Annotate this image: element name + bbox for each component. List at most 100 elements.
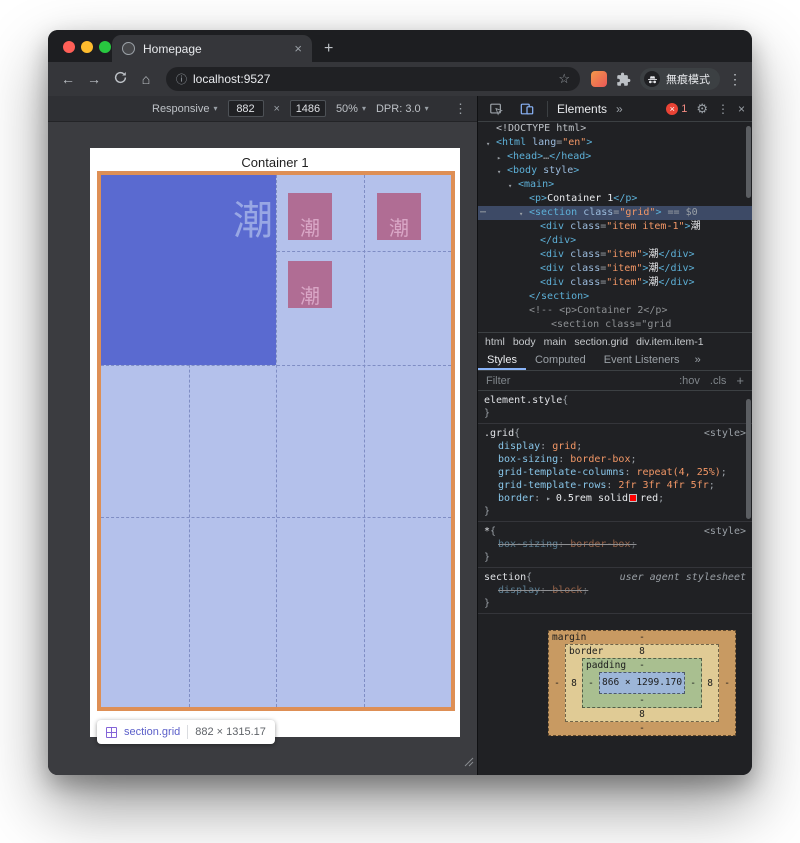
device-toolbar-toggle-icon[interactable] [516, 98, 538, 120]
more-sidebar-tabs-icon[interactable]: » [689, 350, 707, 370]
devtools-close-icon[interactable]: × [738, 102, 745, 116]
maximize-window-button[interactable] [99, 41, 111, 53]
bookmark-star-icon[interactable]: ☆ [558, 71, 570, 87]
chevron-down-icon: ▾ [361, 104, 366, 113]
new-tab-button[interactable]: + [324, 41, 333, 57]
stylesheet-link[interactable]: <style> [704, 525, 746, 538]
address-bar[interactable]: ⓘ localhost:9527 ☆ [166, 67, 580, 91]
box-model: margin - - border 8 8 padding - - 866 × … [548, 630, 736, 736]
dpr-select[interactable]: DPR: 3.0 ▾ [376, 103, 429, 115]
viewport-width-input[interactable] [227, 100, 264, 117]
tab-computed[interactable]: Computed [526, 350, 595, 370]
rendered-page: Container 1 潮 潮 潮 潮 [90, 148, 460, 737]
breadcrumb-item[interactable]: div.item.item-1 [632, 335, 708, 349]
hov-toggle[interactable]: :hov [679, 375, 700, 387]
css-property[interactable]: grid-template-rows: 2fr 3fr 4fr 5fr; [484, 479, 746, 492]
tab-close-icon[interactable]: × [294, 41, 302, 56]
dom-tree-line[interactable]: ▸ <head>…</head> [478, 150, 752, 164]
css-selector[interactable]: element.style [484, 394, 562, 407]
inspect-element-icon[interactable] [485, 98, 507, 120]
close-window-button[interactable] [63, 41, 75, 53]
viewport-height-input[interactable] [289, 100, 326, 117]
dom-tree-line[interactable]: <!-- <p>Container 2</p> [478, 304, 752, 318]
url-text[interactable]: localhost:9527 [193, 72, 552, 86]
css-rule[interactable]: .grid {<style> display: grid; box-sizing: … [478, 424, 752, 522]
tab-event-listeners[interactable]: Event Listeners [595, 350, 689, 370]
twisty-icon[interactable]: ▾ [519, 207, 523, 221]
viewport-resize-handle[interactable] [464, 754, 474, 772]
css-rule[interactable]: section {user agent stylesheet display: b… [478, 568, 752, 614]
more-tabs-icon[interactable]: » [616, 102, 623, 116]
dom-tree-line[interactable]: ▾ <body style> [478, 164, 752, 178]
breadcrumb-item[interactable]: html [481, 335, 509, 349]
zoom-select[interactable]: 50% ▾ [336, 103, 366, 115]
home-icon[interactable]: ⌂ [134, 71, 158, 87]
css-property[interactable]: border: ▸ 0.5rem solid red; [484, 492, 746, 505]
grid-item: 潮 [288, 193, 332, 240]
dom-tree-line[interactable]: </section> [478, 290, 752, 304]
cls-toggle[interactable]: .cls [710, 375, 727, 387]
devtools-menu-icon[interactable]: ⋮ [717, 102, 729, 116]
dom-tree-line[interactable]: <section class="grid [478, 318, 752, 332]
stylesheet-link[interactable]: <style> [704, 427, 746, 440]
breadcrumb-item[interactable]: body [509, 335, 540, 349]
device-mode-select[interactable]: Responsive ▾ [152, 103, 218, 115]
browser-tab[interactable]: Homepage × [112, 35, 312, 62]
css-property[interactable]: display: grid; [484, 440, 746, 453]
styles-scrollbar[interactable] [746, 399, 751, 519]
tab-elements[interactable]: Elements [557, 102, 607, 116]
grid-item: 潮 [377, 193, 421, 240]
title-bar: Homepage × + [48, 30, 752, 62]
back-icon[interactable]: ← [56, 71, 80, 87]
color-swatch[interactable] [629, 494, 638, 502]
settings-gear-icon[interactable]: ⚙ [696, 101, 708, 117]
item-1-text: 潮 [233, 198, 273, 244]
dom-tree-line[interactable]: <div class="item item-1">潮 [478, 220, 752, 234]
device-toolbar-menu-icon[interactable]: ⋮ [454, 101, 467, 117]
chevron-down-icon: ▾ [213, 104, 218, 113]
css-rule[interactable]: * {<style> box-sizing: border-box;} [478, 522, 752, 568]
incognito-profile-chip[interactable]: 無痕模式 [640, 68, 720, 90]
browser-menu-icon[interactable]: ⋮ [726, 71, 744, 88]
styles-filter-bar: Filter :hov .cls + [478, 371, 752, 391]
console-error-indicator[interactable]: × 1 [666, 102, 687, 115]
site-info-icon[interactable]: ⓘ [176, 71, 187, 87]
twisty-icon[interactable]: ▸ [497, 151, 501, 165]
twisty-icon[interactable]: ▾ [497, 165, 501, 179]
box-model-content: 866 × 1299.170 [599, 672, 686, 694]
stylesheet-link[interactable]: user agent stylesheet [620, 571, 746, 584]
extensions-puzzle-icon[interactable] [612, 68, 634, 90]
dom-tree-line[interactable]: <div class="item">潮</div> [478, 248, 752, 262]
forward-icon[interactable]: → [82, 71, 106, 87]
filter-input[interactable]: Filter [486, 375, 669, 387]
dom-tree-line[interactable]: ▾ <main> [478, 178, 752, 192]
extension-icon[interactable] [591, 71, 607, 87]
css-property[interactable]: box-sizing: border-box; [484, 538, 746, 551]
css-selector[interactable]: .grid [484, 427, 514, 440]
css-property[interactable]: display: block; [484, 584, 746, 597]
styles-pane: element.style {} .grid {<style> display: g… [478, 391, 752, 775]
node-options-icon[interactable]: ⋯ [480, 206, 486, 220]
css-property[interactable]: box-sizing: border-box; [484, 453, 746, 466]
browser-toolbar: ← → ⌂ ⓘ localhost:9527 ☆ 無痕模式 ⋮ [48, 62, 752, 96]
dom-tree-line[interactable]: ⋯ ▾ <section class="grid"> == $0 [478, 206, 752, 220]
new-style-rule-icon[interactable]: + [736, 373, 744, 388]
breadcrumb-item[interactable]: main [540, 335, 571, 349]
twisty-icon[interactable]: ▾ [508, 179, 512, 193]
twisty-icon[interactable]: ▾ [486, 137, 490, 151]
dom-tree-line[interactable]: <div class="item">潮</div> [478, 262, 752, 276]
tab-styles[interactable]: Styles [478, 350, 526, 370]
css-selector[interactable]: section [484, 571, 526, 584]
breadcrumb-item[interactable]: section.grid [570, 335, 632, 349]
minimize-window-button[interactable] [81, 41, 93, 53]
expand-shorthand-icon[interactable]: ▸ [546, 494, 556, 503]
dom-tree-line[interactable]: <!DOCTYPE html> [478, 122, 752, 136]
css-property[interactable]: grid-template-columns: repeat(4, 25%); [484, 466, 746, 479]
dom-tree-line[interactable]: <p>Container 1</p> [478, 192, 752, 206]
device-toolbar: Responsive▾ × 50%▾ DPR: 3.0▾ ⋮ [48, 96, 477, 122]
dom-tree-line[interactable]: ▾ <html lang="en"> [478, 136, 752, 150]
dom-tree-line[interactable]: </div> [478, 234, 752, 248]
dom-tree-line[interactable]: <div class="item">潮</div> [478, 276, 752, 290]
reload-icon[interactable] [108, 71, 132, 87]
css-rule[interactable]: element.style {} [478, 391, 752, 424]
